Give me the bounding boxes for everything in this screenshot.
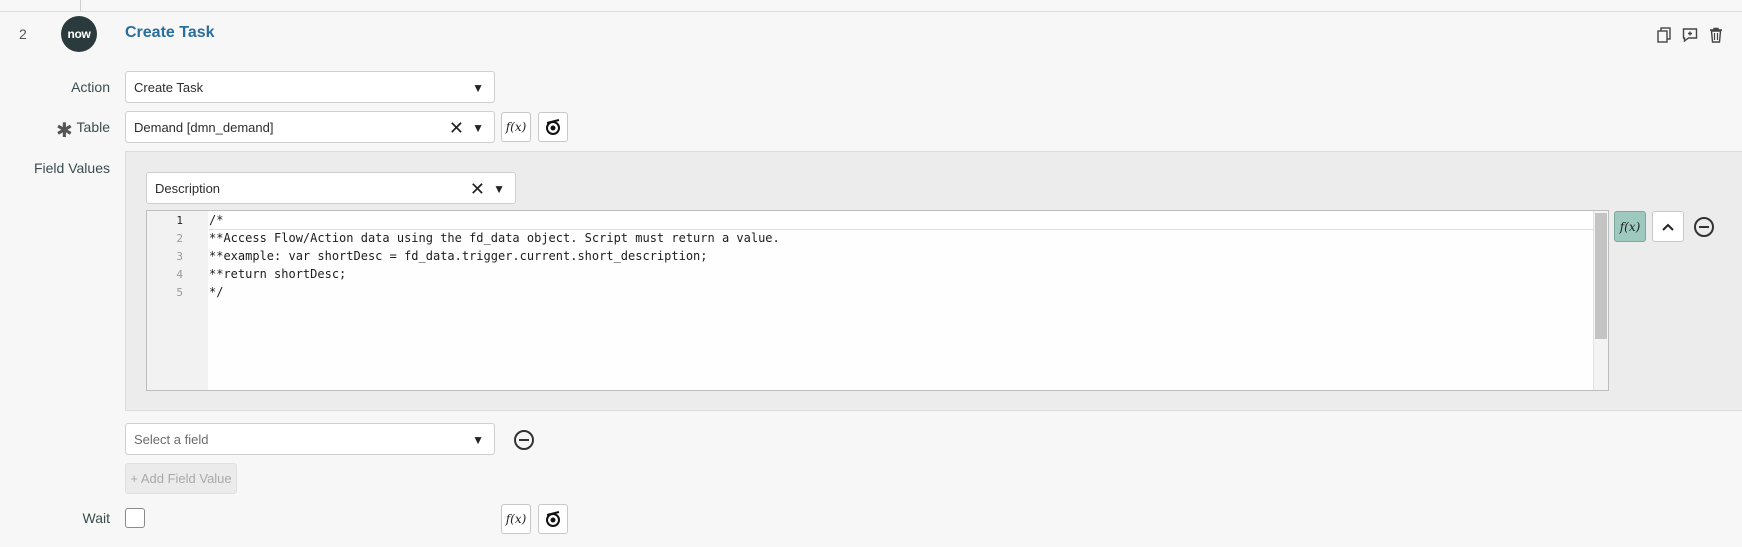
fx-button[interactable]: f(x): [501, 504, 531, 534]
table-label: Table: [76, 119, 110, 135]
step-toolbar: [1656, 26, 1724, 44]
add-comment-icon[interactable]: [1682, 26, 1698, 44]
code-line: /*: [209, 213, 224, 227]
line-number: 4: [176, 268, 183, 281]
field-select-value: Description: [155, 180, 221, 196]
step-title[interactable]: Create Task: [125, 24, 215, 42]
chevron-down-icon[interactable]: ▼: [472, 81, 484, 95]
code-area[interactable]: /* **Access Flow/Action data using the f…: [209, 211, 1594, 390]
copy-icon[interactable]: [1656, 26, 1672, 44]
code-line: **example: var shortDesc = fd_data.trigg…: [209, 249, 708, 263]
action-label: Action: [71, 79, 110, 95]
trash-icon[interactable]: [1708, 26, 1724, 44]
line-number: 2: [176, 232, 183, 245]
chevron-down-icon[interactable]: ▼: [493, 182, 505, 196]
clear-icon[interactable]: ✕: [449, 118, 464, 139]
data-pill-picker-button[interactable]: [538, 504, 568, 534]
chevron-down-icon[interactable]: ▼: [472, 433, 484, 447]
step-number: 2: [19, 26, 27, 42]
line-number-gutter: 1 2 3 4 5: [147, 211, 208, 390]
code-line: **return shortDesc;: [209, 267, 347, 281]
field-select[interactable]: Description ✕ ▼: [146, 172, 516, 204]
wait-label: Wait: [82, 510, 110, 526]
collapse-button[interactable]: [1652, 211, 1684, 242]
line-number: 3: [176, 250, 183, 263]
clear-icon[interactable]: ✕: [470, 179, 485, 200]
field-values-label: Field Values: [33, 160, 110, 176]
action-select[interactable]: Create Task ▼: [125, 71, 495, 103]
code-line: */: [209, 285, 224, 299]
connector-line: [80, 0, 81, 11]
new-field-select[interactable]: Select a field ▼: [125, 423, 495, 455]
code-line: **Access Flow/Action data using the fd_d…: [209, 231, 780, 245]
add-field-value-button[interactable]: + Add Field Value: [125, 463, 237, 494]
servicenow-logo: now: [61, 16, 97, 52]
data-pill-picker-button[interactable]: [538, 112, 568, 142]
chevron-down-icon[interactable]: ▼: [472, 121, 484, 135]
divider: [0, 11, 1742, 12]
fx-button[interactable]: f(x): [501, 112, 531, 142]
wait-checkbox[interactable]: [125, 508, 145, 528]
line-number: 1: [176, 214, 183, 227]
editor-scrollbar[interactable]: [1593, 211, 1608, 390]
chevron-up-icon: [1662, 223, 1674, 231]
table-select[interactable]: Demand [dmn_demand] ✕ ▼: [125, 111, 495, 143]
fx-toggle-button[interactable]: f(x): [1614, 211, 1646, 242]
action-value: Create Task: [134, 79, 204, 95]
remove-new-field-icon[interactable]: [514, 430, 534, 450]
new-field-placeholder: Select a field: [134, 431, 209, 447]
remove-field-icon[interactable]: [1694, 217, 1714, 237]
scrollbar-thumb[interactable]: [1595, 213, 1607, 339]
data-pill-icon: [546, 511, 560, 527]
script-editor[interactable]: 1 2 3 4 5 /* **Access Flow/Action data u…: [146, 210, 1609, 391]
data-pill-icon: [546, 119, 560, 135]
table-value: Demand [dmn_demand]: [134, 119, 274, 135]
line-number: 5: [176, 286, 183, 299]
